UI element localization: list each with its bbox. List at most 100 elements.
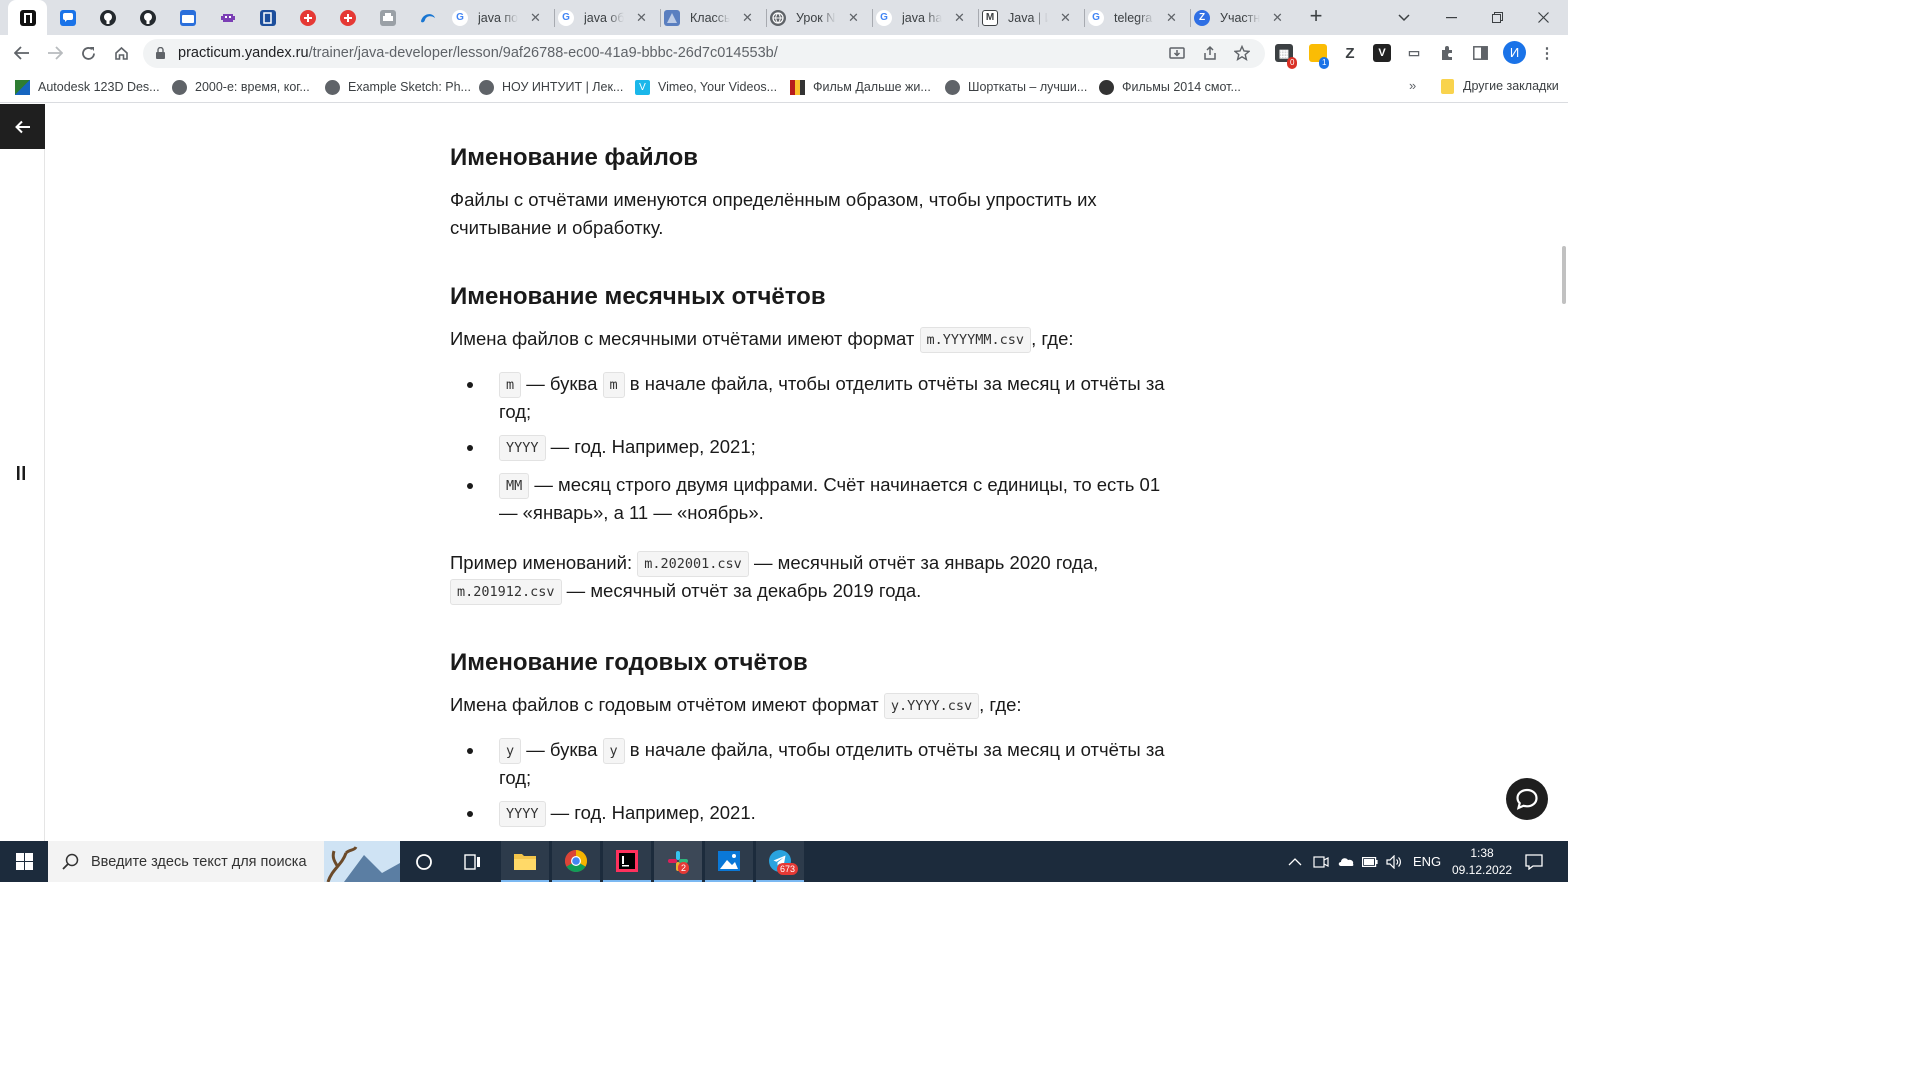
extension-badge: 1 — [1319, 57, 1330, 69]
bookmark-item[interactable]: Autodesk 123D Des... — [15, 78, 160, 96]
tab-pinned-printer[interactable] — [368, 0, 407, 35]
yearly-format-list: y — буква y в начале файла, чтобы отдели… — [450, 736, 1170, 827]
bookmark-item[interactable]: Фильмы 2014 смот... — [1099, 78, 1241, 96]
close-icon[interactable]: ✕ — [742, 10, 753, 26]
task-view-button[interactable] — [400, 841, 448, 882]
extensions-puzzle-icon[interactable] — [1438, 44, 1456, 62]
tab-pinned-chat[interactable] — [48, 0, 87, 35]
onedrive-icon[interactable] — [1337, 841, 1355, 882]
google-icon: G — [558, 9, 574, 26]
tab-separator — [766, 9, 767, 27]
globe-icon — [479, 79, 494, 95]
close-window-button[interactable] — [1520, 0, 1566, 35]
close-icon[interactable]: ✕ — [636, 10, 647, 26]
volume-icon[interactable] — [1386, 841, 1402, 882]
tab-pinned-edge[interactable] — [408, 0, 447, 35]
text: Пример именований: — [450, 552, 633, 573]
url-text[interactable]: practicum.yandex.ru/trainer/java-develop… — [178, 45, 778, 61]
tab-pinned-github-1[interactable] — [88, 0, 127, 35]
close-icon[interactable]: ✕ — [848, 10, 859, 26]
text: , где: — [1031, 328, 1074, 349]
lock-icon[interactable] — [156, 47, 165, 59]
tab-search-button[interactable] — [1381, 0, 1427, 35]
tab-separator — [978, 9, 979, 27]
forward-button[interactable] — [44, 42, 66, 64]
home-button[interactable] — [110, 42, 132, 64]
tab-java-ha[interactable]: G java ha ✕ — [876, 0, 965, 35]
bookmark-item[interactable]: Шорткаты – лучши... — [945, 78, 1087, 96]
tab-participants[interactable]: Z Участн ✕ — [1194, 0, 1283, 35]
restore-button[interactable] — [1474, 0, 1520, 35]
tab-pinned-github-2[interactable] — [128, 0, 167, 35]
notifications-icon[interactable] — [1525, 841, 1543, 882]
system-clock[interactable]: 1:38 09.12.2022 — [1452, 845, 1512, 879]
v-extension-icon[interactable]: V — [1373, 44, 1391, 62]
bookmark-label: Фильм Дальше жи... — [813, 80, 931, 94]
bookmark-item[interactable]: Example Sketch: Ph... — [325, 78, 471, 96]
bookmark-item[interactable]: Фильм Дальше жи... — [790, 78, 931, 96]
code-inline: m — [499, 372, 522, 398]
other-bookmarks-button[interactable]: Другие закладки — [1463, 79, 1559, 93]
close-icon[interactable]: ✕ — [954, 10, 965, 26]
close-icon[interactable]: ✕ — [1166, 10, 1177, 26]
profile-avatar[interactable]: И — [1503, 41, 1526, 64]
bookmark-label: Example Sketch: Ph... — [348, 80, 471, 94]
close-icon[interactable]: ✕ — [1272, 10, 1283, 26]
tab-pinned-book[interactable] — [248, 0, 287, 35]
taskbar-file-explorer[interactable] — [501, 841, 549, 882]
page-scrollbar[interactable] — [1562, 246, 1566, 304]
bookmark-label: НОУ ИНТУИТ | Лек... — [502, 80, 624, 94]
bookmark-item[interactable]: НОУ ИНТУИТ | Лек... — [479, 78, 623, 96]
bookmark-star-icon[interactable] — [1233, 44, 1251, 63]
intellij-idea-icon — [616, 849, 638, 872]
taskbar-slack[interactable]: 2 — [654, 841, 702, 882]
folder-icon — [514, 853, 536, 870]
support-chat-button[interactable] — [1506, 778, 1548, 820]
tray-overflow-button[interactable] — [1288, 841, 1302, 882]
menu-kebab-icon[interactable]: ⋮ — [1538, 44, 1556, 62]
tab-classes[interactable]: Классы ✕ — [664, 0, 753, 35]
taskbar-search[interactable]: Введите здесь текст для поиска — [48, 841, 400, 882]
start-button[interactable] — [0, 841, 48, 882]
search-placeholder: Введите здесь текст для поиска — [91, 853, 307, 870]
autodesk-icon — [15, 79, 30, 95]
install-app-icon[interactable] — [1168, 45, 1186, 63]
bookmark-item[interactable]: 2000-е: время, ког... — [172, 78, 310, 96]
share-icon[interactable] — [1201, 45, 1219, 63]
reload-button[interactable] — [77, 42, 99, 64]
input-language-indicator[interactable]: ENG — [1413, 841, 1441, 882]
battery-icon[interactable] — [1362, 841, 1378, 882]
tab-pinned-tv[interactable] — [168, 0, 207, 35]
close-icon[interactable]: ✕ — [1060, 10, 1071, 26]
taskbar-telegram[interactable]: 673 — [756, 841, 804, 882]
tab-java-po[interactable]: G java по ✕ — [452, 0, 541, 35]
collapse-handle-icon[interactable] — [16, 466, 26, 480]
screenshot-icon[interactable]: ▭ — [1405, 44, 1423, 62]
close-icon[interactable]: ✕ — [530, 10, 541, 26]
tab-java-metanit[interactable]: M Java | И ✕ — [982, 0, 1071, 35]
plus-circle-icon — [339, 9, 356, 26]
new-tab-button[interactable]: + — [1305, 5, 1327, 28]
tab-title: java об — [584, 10, 624, 25]
tab-pinned-red-1[interactable] — [288, 0, 327, 35]
address-bar[interactable]: practicum.yandex.ru/trainer/java-develop… — [143, 39, 1265, 68]
url-host: practicum.yandex.ru — [178, 45, 309, 61]
tab-java-ob[interactable]: G java об ✕ — [558, 0, 647, 35]
tab-lesson[interactable]: Урок N ✕ — [770, 0, 859, 35]
lesson-back-button[interactable] — [0, 104, 45, 149]
tab-pinned-bug[interactable] — [208, 0, 247, 35]
bookmarks-overflow-button[interactable]: » — [1409, 78, 1416, 93]
taskbar-chrome[interactable] — [552, 841, 600, 882]
taskbar-intellij[interactable] — [603, 841, 651, 882]
z-extension-icon[interactable]: Z — [1341, 44, 1359, 62]
meet-now-icon[interactable] — [1313, 841, 1329, 882]
taskbar-photos[interactable] — [705, 841, 753, 882]
side-panel-icon[interactable] — [1471, 44, 1489, 62]
tab-telegram-search[interactable]: G telegra ✕ — [1088, 0, 1177, 35]
tab-pinned-practicum[interactable] — [8, 0, 47, 35]
tab-pinned-red-2[interactable] — [328, 0, 367, 35]
bookmark-item[interactable]: V Vimeo, Your Videos... — [635, 78, 777, 96]
task-view-button[interactable] — [449, 841, 497, 882]
minimize-button[interactable] — [1428, 0, 1474, 35]
back-button[interactable] — [11, 42, 33, 64]
